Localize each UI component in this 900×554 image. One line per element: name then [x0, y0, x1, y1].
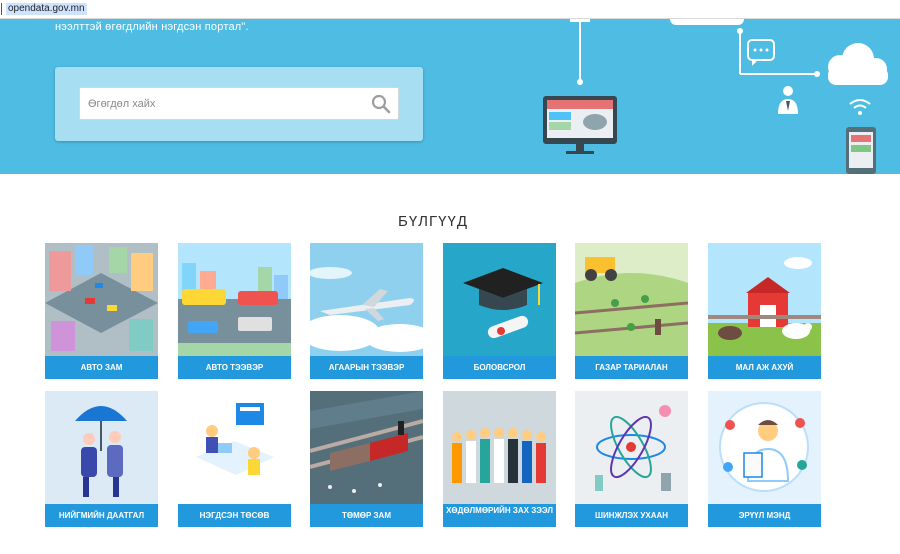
atom-illustration: [575, 391, 688, 504]
category-card-livestock[interactable]: МАЛ АЖ АХУЙ: [708, 243, 821, 379]
category-label: МАЛ АЖ АХУЙ: [708, 356, 821, 379]
category-card-labor-market[interactable]: ХӨДӨЛМӨРИЙН ЗАХ ЗЭЭЛ: [443, 391, 556, 527]
category-label: ТӨМӨР ЗАМ: [310, 504, 423, 527]
hero-tagline: нээлттэй өгөгдлийн нэгдсэн портал".: [55, 21, 249, 33]
city-road-illustration: [45, 243, 158, 356]
barn-illustration: [708, 243, 821, 356]
category-label: ХӨДӨЛМӨРИЙН ЗАХ ЗЭЭЛ: [443, 504, 556, 527]
section-title: БҮЛГҮҮД: [398, 213, 468, 230]
hero-banner: нээлттэй өгөгдлийн нэгдсэн портал".: [0, 19, 900, 174]
doctor-illustration: [708, 391, 821, 504]
address-bar[interactable]: opendata.gov.mn: [0, 0, 900, 19]
search-input[interactable]: [88, 88, 358, 119]
category-label: БОЛОВСРОЛ: [443, 356, 556, 379]
category-card-air-transport[interactable]: АГААРЫН ТЭЭВЭР: [310, 243, 423, 379]
office-desk-illustration: [178, 391, 291, 504]
phone-icon: [846, 127, 876, 174]
category-card-social-insurance[interactable]: НИЙГМИЙН ДААТГАЛ: [45, 391, 158, 527]
chat-icon: [747, 39, 775, 66]
category-card-auto-road[interactable]: АВТО ЗАМ: [45, 243, 158, 379]
text-caret: [1, 3, 2, 15]
search-card: [55, 67, 423, 141]
hero-illustration: [543, 19, 888, 174]
search-box: [79, 87, 399, 120]
category-card-auto-transport[interactable]: АВТО ТЭЭВЭР: [178, 243, 291, 379]
category-card-railway[interactable]: ТӨМӨР ЗАМ: [310, 391, 423, 527]
airplane-illustration: [310, 243, 423, 356]
monitor-icon: [543, 96, 617, 154]
category-card-science[interactable]: ШИНЖЛЭХ УХААН: [575, 391, 688, 527]
category-label: АГААРЫН ТЭЭВЭР: [310, 356, 423, 379]
category-label: ЭРҮҮЛ МЭНД: [708, 504, 821, 527]
transport-illustration: [178, 243, 291, 356]
search-icon[interactable]: [370, 93, 392, 115]
category-label: НИЙГМИЙН ДААТГАЛ: [45, 504, 158, 527]
category-card-agriculture[interactable]: ГАЗАР ТАРИАЛАН: [575, 243, 688, 379]
category-card-health[interactable]: ЭРҮҮЛ МЭНД: [708, 391, 821, 527]
category-label: АВТО ТЭЭВЭР: [178, 356, 291, 379]
category-label: НЭГДСЭН ТӨСӨВ: [178, 504, 291, 527]
category-card-education[interactable]: БОЛОВСРОЛ: [443, 243, 556, 379]
category-card-state-budget[interactable]: НЭГДСЭН ТӨСӨВ: [178, 391, 291, 527]
wifi-icon: [849, 99, 871, 115]
cloud-icon: [828, 43, 888, 85]
farming-illustration: [575, 243, 688, 356]
train-illustration: [310, 391, 423, 504]
graduation-cap-illustration: [443, 243, 556, 356]
category-label: АВТО ЗАМ: [45, 356, 158, 379]
url-text[interactable]: opendata.gov.mn: [6, 3, 87, 15]
umbrella-family-illustration: [45, 391, 158, 504]
category-label: ШИНЖЛЭХ УХААН: [575, 504, 688, 527]
category-label: ГАЗАР ТАРИАЛАН: [575, 356, 688, 379]
workers-illustration: [443, 391, 556, 504]
user-icon: [778, 86, 798, 114]
